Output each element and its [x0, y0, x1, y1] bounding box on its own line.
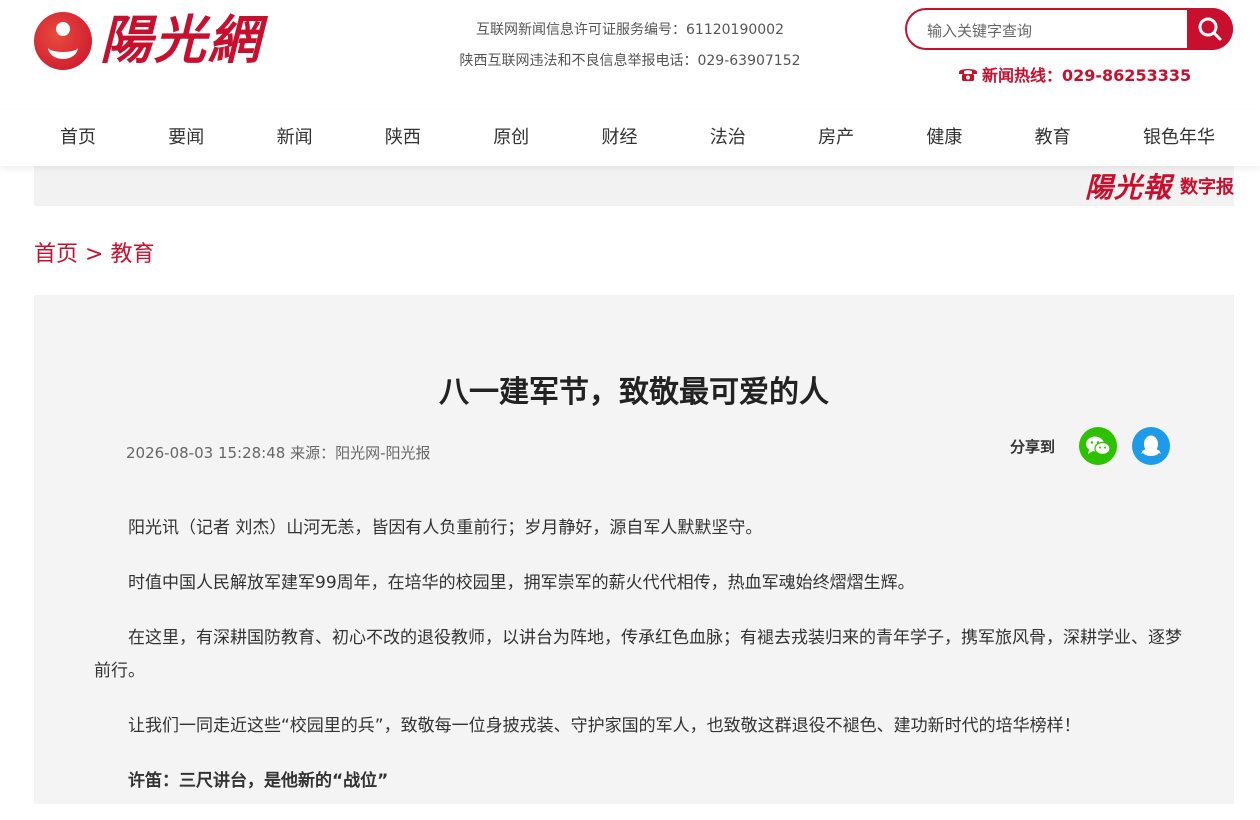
- license-number: 互联网新闻信息许可证服务编号：61120190002: [476, 22, 784, 38]
- site-header: 陽光網 互联网新闻信息许可证服务编号：61120190002 陕西互联网违法和不…: [0, 0, 1260, 110]
- share-wechat-button[interactable]: [1079, 427, 1118, 465]
- nav-item-original[interactable]: 原创: [493, 110, 529, 166]
- hotline-text: 新闻热线：029-86253335: [982, 66, 1192, 85]
- share-bar: 分享到: [1010, 427, 1185, 465]
- nav-item-silver-age[interactable]: 银色年华: [1143, 110, 1215, 166]
- share-qq-button[interactable]: [1132, 427, 1171, 465]
- breadcrumb-home[interactable]: 首页: [34, 242, 78, 267]
- article-paragraph: 阳光讯（记者 刘杰）山河无恙，皆因有人负重前行；岁月静好，源自军人默默坚守。: [128, 518, 763, 538]
- search-button[interactable]: [1187, 8, 1233, 50]
- article-title: 八一建军节，致敬最可爱的人: [439, 375, 829, 410]
- site-logo[interactable]: 陽光網: [34, 8, 270, 74]
- logo-text: 陽光網: [100, 10, 263, 71]
- share-label: 分享到: [1010, 437, 1056, 456]
- phone-icon: [958, 66, 978, 82]
- nav-item-home[interactable]: 首页: [60, 110, 96, 166]
- breadcrumb: 首页 > 教育: [34, 236, 154, 268]
- article-panel: 八一建军节，致敬最可爱的人 2026-08-03 15:28:48 来源：阳光网…: [34, 295, 1234, 804]
- epaper-logo: 陽光報: [1084, 171, 1172, 204]
- nav-item-headlines[interactable]: 要闻: [168, 110, 204, 166]
- news-hotline: 新闻热线：029-86253335: [958, 62, 1191, 86]
- nav-item-realestate[interactable]: 房产: [818, 110, 854, 166]
- nav-item-news[interactable]: 新闻: [277, 110, 313, 166]
- article-meta: 2026-08-03 15:28:48 来源：阳光网-阳光报: [126, 444, 431, 462]
- epaper-link[interactable]: 陽光報 数字报: [1085, 166, 1234, 206]
- article-subheading: 许笛：三尺讲台，是他新的“战位”: [128, 771, 389, 791]
- breadcrumb-separator: >: [85, 242, 104, 267]
- nav-item-education[interactable]: 教育: [1035, 110, 1071, 166]
- wechat-icon: [1086, 436, 1111, 456]
- epaper-bar: 陽光報 数字报: [34, 166, 1234, 206]
- article-paragraph: 时值中国人民解放军建军99周年，在培华的校园里，拥军崇军的薪火代代相传，热血军魂…: [128, 573, 915, 593]
- search-input[interactable]: [925, 19, 1179, 43]
- nav-item-finance[interactable]: 财经: [601, 110, 637, 166]
- nav-item-law[interactable]: 法治: [710, 110, 746, 166]
- nav-item-shaanxi[interactable]: 陕西: [385, 110, 421, 166]
- nav-item-health[interactable]: 健康: [926, 110, 962, 166]
- article-paragraph: 在这里，有深耕国防教育、初心不改的退役教师，以讲台为阵地，传承红色血脉；有褪去戎…: [94, 628, 1182, 681]
- breadcrumb-current[interactable]: 教育: [110, 242, 154, 267]
- main-nav: 首页 要闻 新闻 陕西 原创 财经 法治 房产 健康 教育 银色年华: [0, 110, 1260, 166]
- search-icon: [1198, 17, 1222, 41]
- epaper-label: 数字报: [1180, 177, 1234, 198]
- search-box: [905, 8, 1233, 50]
- article-body: 阳光讯（记者 刘杰）山河无恙，皆因有人负重前行；岁月静好，源自军人默默坚守。 时…: [94, 512, 1184, 820]
- sun-logo-icon: [34, 12, 92, 70]
- article-paragraph: 让我们一同走近这些“校园里的兵”，致敬每一位身披戎装、守护家国的军人，也致敬这群…: [128, 716, 1081, 736]
- report-phone: 陕西互联网违法和不良信息举报电话：029-63907152: [459, 53, 801, 69]
- qq-penguin-icon: [1141, 435, 1162, 456]
